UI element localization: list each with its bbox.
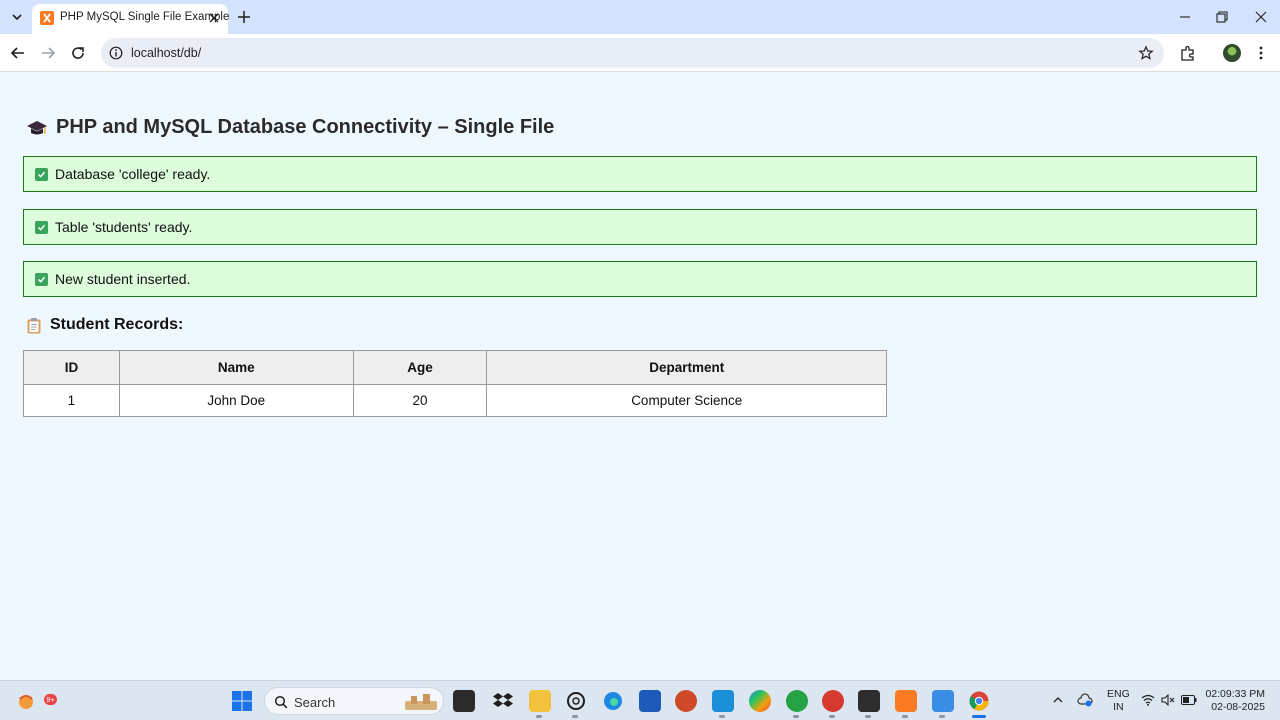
powerpoint-icon[interactable] <box>675 690 697 712</box>
speaker-muted-icon[interactable] <box>1161 694 1175 706</box>
running-indicator <box>829 715 835 718</box>
language-indicator[interactable]: ENG IN <box>1107 688 1130 714</box>
edge-browser-icon[interactable] <box>602 690 624 712</box>
windows-taskbar: 9+ Search ENG IN 02:09:33 PM 02-08-2025 <box>0 680 1280 720</box>
running-indicator <box>902 715 908 718</box>
notepad-icon[interactable] <box>932 690 954 712</box>
extensions-puzzle-icon[interactable] <box>1179 44 1197 62</box>
wifi-icon[interactable] <box>1141 694 1155 706</box>
success-message: Database 'college' ready. <box>23 156 1257 192</box>
whatsapp-icon[interactable] <box>786 690 808 712</box>
forward-arrow-icon[interactable] <box>39 44 57 62</box>
cell-name: John Doe <box>118 384 354 417</box>
browser-tab-active[interactable]: PHP MySQL Single File Example <box>32 4 230 34</box>
running-indicator <box>536 715 542 718</box>
success-message-text: Database 'college' ready. <box>55 166 211 182</box>
code-editor-icon[interactable] <box>712 690 734 712</box>
cloud-sync-icon[interactable] <box>1077 693 1093 707</box>
success-message: New student inserted. <box>23 261 1257 297</box>
notification-badge: 9+ <box>44 694 57 705</box>
column-header-id: ID <box>23 350 120 385</box>
url-text: localhost/db/ <box>131 46 202 60</box>
microsoft-365-icon[interactable] <box>749 690 771 712</box>
terminal-icon[interactable] <box>858 690 880 712</box>
restore-window-icon[interactable] <box>1215 10 1229 24</box>
wps-office-icon[interactable] <box>822 690 844 712</box>
graduation-cap-icon <box>27 120 47 134</box>
bookmark-star-icon[interactable] <box>1138 45 1154 61</box>
new-tab-plus-icon[interactable] <box>236 9 252 25</box>
search-highlight-illustration-icon <box>405 694 437 710</box>
system-clock[interactable]: 02:09:33 PM 02-08-2025 <box>1204 688 1265 714</box>
region-code: IN <box>1113 701 1124 713</box>
chatgpt-icon[interactable] <box>565 690 587 712</box>
section-title-text: Student Records: <box>50 316 184 333</box>
reload-icon[interactable] <box>69 44 87 62</box>
widgets-icon[interactable]: 9+ <box>16 689 57 711</box>
chevron-up-icon[interactable] <box>1052 694 1064 706</box>
taskbar-search-box[interactable]: Search <box>264 687 444 715</box>
dropbox-icon[interactable] <box>492 690 514 712</box>
cell-department: Computer Science <box>486 384 887 417</box>
windows-start-icon[interactable] <box>231 690 253 712</box>
word-icon[interactable] <box>639 690 661 712</box>
search-label: Search <box>294 695 336 710</box>
active-app-indicator <box>972 715 986 718</box>
success-message-text: New student inserted. <box>55 271 191 287</box>
column-header-age: Age <box>352 350 488 385</box>
site-info-icon[interactable] <box>109 46 123 60</box>
xampp-icon[interactable] <box>895 690 917 712</box>
cell-age: 20 <box>352 384 488 417</box>
success-message-text: Table 'students' ready. <box>55 219 193 235</box>
tab-search-dropdown-icon[interactable] <box>7 8 27 26</box>
search-icon <box>274 695 288 709</box>
running-indicator <box>865 715 871 718</box>
profile-avatar[interactable] <box>1223 44 1241 62</box>
minimize-window-icon[interactable] <box>1178 10 1192 24</box>
page-title-text: PHP and MySQL Database Connectivity – Si… <box>56 116 555 138</box>
table-row: 1 John Doe 20 Computer Science <box>23 384 887 417</box>
browser-tab-strip: PHP MySQL Single File Example <box>0 0 1280 34</box>
cell-id: 1 <box>23 384 120 417</box>
task-view-icon[interactable] <box>453 690 475 712</box>
tab-title: PHP MySQL Single File Example <box>60 11 230 23</box>
table-header-row: ID Name Age Department <box>23 350 887 385</box>
close-window-icon[interactable] <box>1254 10 1268 24</box>
check-mark-icon <box>35 272 48 286</box>
file-explorer-icon[interactable] <box>529 690 551 712</box>
running-indicator <box>939 715 945 718</box>
close-tab-icon[interactable] <box>208 12 220 24</box>
student-records-table: ID Name Age Department 1 John Doe 20 Com… <box>23 350 887 417</box>
column-header-department: Department <box>486 350 887 385</box>
address-bar[interactable]: localhost/db/ <box>101 38 1164 68</box>
language-code: ENG <box>1107 688 1130 700</box>
battery-icon[interactable] <box>1181 695 1197 705</box>
xampp-favicon-icon <box>40 11 54 25</box>
clock-date: 02-08-2025 <box>1211 701 1265 713</box>
clock-time: 02:09:33 PM <box>1205 688 1265 700</box>
browser-menu-icon[interactable] <box>1252 44 1270 62</box>
page-content: PHP and MySQL Database Connectivity – Si… <box>0 73 1280 680</box>
running-indicator <box>793 715 799 718</box>
column-header-name: Name <box>118 350 354 385</box>
browser-toolbar: localhost/db/ <box>0 34 1280 72</box>
chrome-icon[interactable] <box>968 690 990 712</box>
running-indicator <box>719 715 725 718</box>
page-heading: PHP and MySQL Database Connectivity – Si… <box>26 116 554 139</box>
back-arrow-icon[interactable] <box>9 44 27 62</box>
section-heading: Student Records: <box>26 316 183 334</box>
check-mark-icon <box>35 167 48 181</box>
running-indicator <box>572 715 578 718</box>
success-message: Table 'students' ready. <box>23 209 1257 245</box>
clipboard-icon <box>27 317 41 333</box>
check-mark-icon <box>35 220 48 234</box>
